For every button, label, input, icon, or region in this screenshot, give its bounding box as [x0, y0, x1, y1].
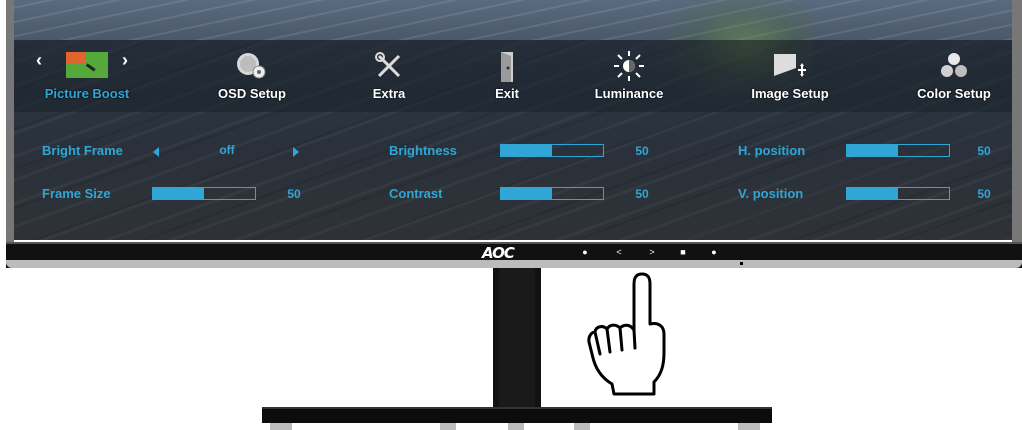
- exit-door-icon: [493, 50, 521, 89]
- base-foot: [270, 423, 292, 430]
- menu-item-label: Luminance: [594, 86, 664, 101]
- base-foot: [738, 423, 760, 430]
- frame-size-label: Frame Size: [42, 186, 111, 201]
- base-foot: [574, 423, 590, 430]
- h-position-label: H. position: [738, 143, 806, 158]
- stand-neck-shade: [499, 268, 535, 410]
- brightness-fill: [501, 145, 552, 156]
- bezel-bottom-edge: [6, 260, 1022, 268]
- extra-tools-icon: [373, 50, 405, 87]
- picture-boost-icon: [64, 50, 110, 85]
- menu-item-exit[interactable]: Exit: [442, 44, 572, 108]
- bright-frame-decrease-arrow[interactable]: [153, 147, 159, 157]
- bright-frame-value: off: [219, 143, 235, 157]
- v-position-label: V. position: [738, 186, 804, 201]
- base-foot: [440, 423, 456, 430]
- chevron-left-icon[interactable]: ‹: [36, 50, 42, 71]
- contrast-value: 50: [635, 187, 649, 201]
- monitor-bezel-left: [6, 0, 14, 242]
- base-foot: [508, 423, 524, 430]
- v-position-value: 50: [977, 187, 991, 201]
- brightness-label: Brightness: [389, 143, 457, 158]
- brightness-slider[interactable]: [500, 144, 604, 157]
- h-position-fill: [847, 145, 898, 156]
- menu-power-button[interactable]: ●: [579, 246, 591, 258]
- menu-item-label: Extra: [372, 86, 406, 101]
- stand-base: [262, 409, 772, 423]
- menu-item-label: Exit: [495, 86, 519, 101]
- power-indicator-led: [740, 262, 743, 265]
- left-button[interactable]: <: [613, 246, 625, 258]
- menu-item-image-setup[interactable]: Image Setup: [725, 44, 855, 108]
- menu-item-label: Picture Boost: [44, 86, 130, 101]
- v-position-fill: [847, 188, 898, 199]
- menu-item-extra[interactable]: Extra: [324, 44, 454, 108]
- bright-frame-increase-arrow[interactable]: [293, 147, 299, 157]
- luminance-sun-icon: [613, 50, 645, 87]
- osd-setup-icon: [234, 50, 270, 87]
- menu-item-label: Image Setup: [751, 86, 829, 101]
- contrast-slider[interactable]: [500, 187, 604, 200]
- menu-item-picture-boost[interactable]: ‹ › Picture Boost: [22, 44, 152, 108]
- h-position-slider[interactable]: [846, 144, 950, 157]
- wallpaper-wood: [14, 0, 1012, 40]
- v-position-slider[interactable]: [846, 187, 950, 200]
- contrast-fill: [501, 188, 552, 199]
- square-button[interactable]: ■: [677, 246, 689, 258]
- power-button[interactable]: ●: [708, 246, 720, 258]
- brand-logo: AOC: [482, 244, 515, 262]
- color-setup-icon: [938, 50, 970, 87]
- right-button[interactable]: >: [646, 246, 658, 258]
- menu-item-label: Color Setup: [917, 86, 991, 101]
- frame-size-value: 50: [287, 187, 301, 201]
- frame-size-fill: [153, 188, 204, 199]
- chevron-right-icon[interactable]: ›: [122, 50, 128, 71]
- h-position-value: 50: [977, 144, 991, 158]
- pointing-hand-icon: [587, 272, 666, 396]
- menu-item-label: OSD Setup: [218, 86, 286, 101]
- menu-item-luminance[interactable]: Luminance: [564, 44, 694, 108]
- monitor-bezel-right: [1012, 0, 1022, 242]
- bright-frame-label: Bright Frame: [42, 143, 123, 158]
- menu-item-color-setup[interactable]: Color Setup: [889, 44, 1019, 108]
- brightness-value: 50: [635, 144, 649, 158]
- contrast-label: Contrast: [389, 186, 443, 201]
- menu-item-osd-setup[interactable]: OSD Setup: [187, 44, 317, 108]
- frame-size-slider[interactable]: [152, 187, 256, 200]
- image-setup-icon: [772, 50, 808, 85]
- monitor-screen: [14, 0, 1012, 240]
